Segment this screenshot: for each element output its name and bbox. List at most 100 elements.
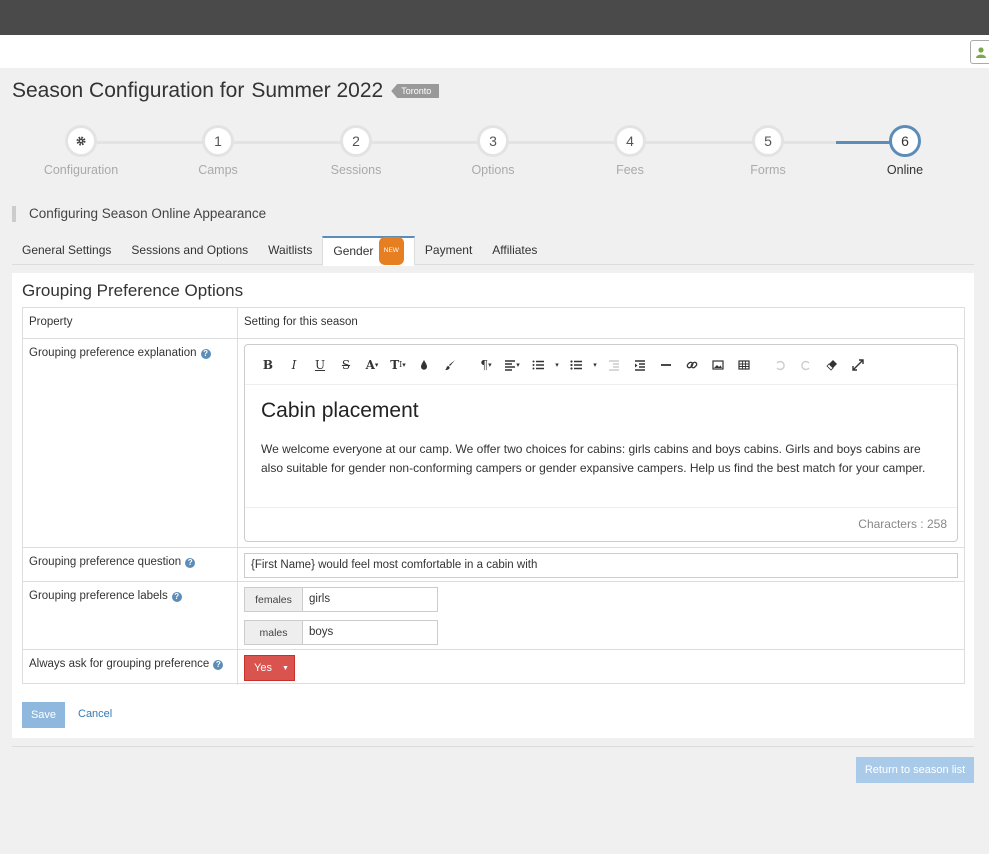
page-title-prefix: Season Configuration for — [12, 79, 245, 102]
always-ask-dropdown[interactable]: Yes ▼ — [244, 655, 295, 681]
help-icon[interactable]: ? — [213, 660, 224, 670]
character-count: Characters : 258 — [245, 507, 957, 541]
editor-content[interactable]: Cabin placement We welcome everyone at o… — [261, 399, 937, 478]
editor-body-text: We welcome everyone at our camp. We offe… — [261, 442, 926, 475]
link-icon[interactable] — [679, 354, 705, 376]
tab-gender[interactable]: Gender NEW — [322, 236, 415, 266]
question-input[interactable]: {First Name} would feel most comfortable… — [244, 553, 958, 578]
step-number: 6 — [889, 125, 921, 157]
step-label: Online — [886, 163, 924, 177]
undo-icon[interactable] — [767, 354, 793, 376]
labels-label: Grouping preference labels — [29, 590, 168, 602]
location-badge: Toronto — [391, 84, 440, 98]
step-configuration[interactable]: Configuration — [21, 125, 141, 177]
tab-payment[interactable]: Payment — [415, 236, 482, 265]
table-row-always-ask: Always ask for grouping preference? Yes … — [23, 650, 964, 685]
table-icon[interactable] — [731, 354, 757, 376]
step-fees[interactable]: 4 Fees — [570, 125, 690, 177]
section-heading: Configuring Season Online Appearance — [12, 206, 266, 222]
step-label: Sessions — [330, 163, 382, 177]
row-label: Grouping preference question? — [23, 548, 238, 581]
step-circle — [65, 125, 97, 157]
eraser-icon[interactable] — [819, 354, 845, 376]
step-forms[interactable]: 5 Forms — [708, 125, 828, 177]
step-online[interactable]: 6 Online — [845, 125, 965, 177]
font-family-icon[interactable]: A ▾ — [359, 354, 385, 376]
step-label: Camps — [198, 163, 238, 177]
new-badge: NEW — [378, 237, 404, 265]
row-label: Always ask for grouping preference? — [23, 650, 238, 685]
wizard-stepper: Configuration 1 Camps 2 Sessions 3 Optio… — [0, 125, 989, 185]
step-label: Fees — [616, 163, 644, 177]
user-menu-button[interactable] — [970, 40, 989, 64]
table-row-question: Grouping preference question? {First Nam… — [23, 548, 964, 582]
label-key: males — [244, 620, 303, 645]
settings-table: Property Setting for this season Groupin… — [22, 307, 965, 685]
editor-toolbar: B I U S A ▾ T I ▾ ¶ ▾ ▾ ▾ ▾ — [245, 345, 957, 385]
label-value-input[interactable]: girls — [303, 587, 438, 612]
always-ask-value: Yes — [254, 662, 272, 674]
label-key: females — [244, 587, 303, 612]
chevron-down-icon: ▼ — [281, 664, 289, 672]
user-icon — [976, 46, 986, 58]
label-value-input[interactable]: boys — [303, 620, 438, 645]
tab-gender-label: Gender — [333, 244, 374, 259]
indent-icon[interactable] — [627, 354, 653, 376]
strikethrough-icon[interactable]: S — [333, 354, 359, 376]
step-options[interactable]: 3 Options — [433, 125, 553, 177]
step-number: 5 — [752, 125, 784, 157]
step-number: 3 — [477, 125, 509, 157]
redo-icon[interactable] — [793, 354, 819, 376]
underline-icon[interactable]: U — [307, 354, 333, 376]
list-dropdown-icon[interactable]: ▾ — [551, 354, 563, 376]
step-label: Forms — [750, 163, 786, 177]
step-number: 1 — [202, 125, 234, 157]
fullscreen-icon[interactable] — [845, 354, 871, 376]
align-icon[interactable]: ▾ — [499, 354, 525, 376]
page-title: Season Configuration for Summer 2022 Tor… — [12, 79, 440, 103]
help-icon[interactable]: ? — [171, 592, 182, 602]
explanation-label: Grouping preference explanation — [29, 347, 197, 359]
row-setting: Yes ▼ — [238, 650, 964, 685]
column-header-property: Property — [23, 308, 238, 338]
step-label: Configuration — [43, 163, 119, 177]
tab-general-settings[interactable]: General Settings — [12, 236, 121, 265]
tab-waitlists[interactable]: Waitlists — [258, 236, 322, 265]
bold-icon[interactable]: B — [255, 354, 281, 376]
outdent-icon[interactable] — [601, 354, 627, 376]
row-setting: B I U S A ▾ T I ▾ ¶ ▾ ▾ ▾ ▾ Cabin placem… — [238, 339, 964, 547]
help-icon[interactable]: ? — [185, 558, 196, 568]
horizontal-rule-icon[interactable] — [653, 354, 679, 376]
panel-title: Grouping Preference Options — [22, 281, 244, 300]
step-number: 2 — [340, 125, 372, 157]
save-button[interactable]: Save — [22, 702, 65, 728]
italic-icon[interactable]: I — [281, 354, 307, 376]
paragraph-icon[interactable]: ¶ ▾ — [473, 354, 499, 376]
app-top-bar — [0, 0, 989, 35]
list-dropdown-icon[interactable]: ▾ — [589, 354, 601, 376]
rich-text-editor[interactable]: B I U S A ▾ T I ▾ ¶ ▾ ▾ ▾ ▾ Cabin placem… — [244, 344, 958, 542]
step-sessions[interactable]: 2 Sessions — [296, 125, 416, 177]
table-row-explanation: Grouping preference explanation? B I U S… — [23, 339, 964, 548]
unordered-list-icon[interactable] — [563, 354, 589, 376]
label-pair-males: males boys — [244, 620, 438, 645]
color-drop-icon[interactable] — [411, 354, 437, 376]
step-label: Options — [471, 163, 515, 177]
gear-icon — [76, 136, 86, 146]
ordered-list-icon[interactable] — [525, 354, 551, 376]
table-row-labels: Grouping preference labels? females girl… — [23, 582, 964, 650]
tab-sessions-and-options[interactable]: Sessions and Options — [121, 236, 258, 265]
font-size-icon[interactable]: T I ▾ — [385, 354, 411, 376]
image-icon[interactable] — [705, 354, 731, 376]
secondary-bar — [0, 35, 989, 68]
row-setting: females girls males boys — [238, 582, 964, 649]
return-to-season-list-button[interactable]: Return to season list — [856, 757, 974, 783]
cancel-link[interactable]: Cancel — [78, 708, 112, 720]
step-camps[interactable]: 1 Camps — [158, 125, 278, 177]
table-header-row: Property Setting for this season — [23, 308, 964, 339]
brush-icon[interactable] — [437, 354, 463, 376]
question-label: Grouping preference question — [29, 556, 182, 568]
divider — [12, 746, 974, 747]
tab-affiliates[interactable]: Affiliates — [482, 236, 547, 265]
help-icon[interactable]: ? — [200, 349, 211, 359]
